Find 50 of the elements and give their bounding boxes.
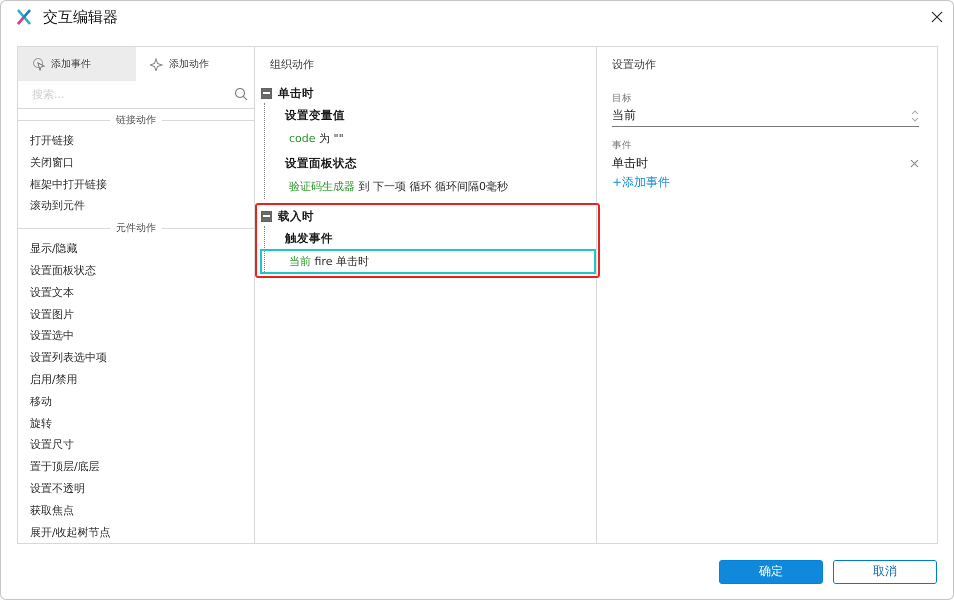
section-header: 链接动作 xyxy=(115,114,157,128)
remove-icon[interactable] xyxy=(910,158,919,168)
action-item[interactable]: 设置列表选中项 xyxy=(18,346,254,369)
event-entry: 单击时 xyxy=(612,154,649,172)
tab[interactable]: 添加事件 xyxy=(18,47,136,82)
collapse-toggle-icon[interactable] xyxy=(261,210,272,222)
cancel-button[interactable]: 取消 xyxy=(833,560,937,584)
action-item[interactable]: 移动 xyxy=(18,390,254,412)
close-icon[interactable] xyxy=(931,11,943,23)
action-item[interactable]: 打开链接 xyxy=(18,130,254,152)
action-item[interactable]: 设置尺寸 xyxy=(18,434,254,456)
action-item[interactable]: 启用/禁用 xyxy=(18,368,254,390)
event-name[interactable]: 单击时 xyxy=(278,86,314,100)
action-title[interactable]: 触发事件 xyxy=(265,226,596,249)
action-title[interactable]: 设置变量值 xyxy=(265,103,596,126)
add-event-link[interactable]: +添加事件 xyxy=(612,174,670,191)
action-detail[interactable]: code 为 "" xyxy=(260,126,596,151)
cursor-click-icon xyxy=(32,57,46,72)
action-item[interactable]: 显示/隐藏 xyxy=(18,238,254,260)
target-select[interactable]: 当前 xyxy=(612,105,919,127)
search-icon[interactable] xyxy=(234,87,248,102)
action-detail[interactable]: 当前 fire 单击时 xyxy=(260,249,596,274)
action-item[interactable]: 设置面板状态 xyxy=(18,260,254,282)
field-label: 目标 xyxy=(612,92,633,105)
sparkle-icon xyxy=(150,57,164,72)
collapse-toggle-icon[interactable] xyxy=(261,88,272,98)
tab-label: 添加事件 xyxy=(51,58,91,72)
action-item[interactable]: 旋转 xyxy=(18,412,254,434)
action-item[interactable]: 滚动到元件 xyxy=(18,195,254,217)
action-item[interactable]: 框架中打开链接 xyxy=(18,173,254,196)
action-item[interactable]: 展开/收起树节点 xyxy=(18,521,254,543)
action-item[interactable]: 设置不透明 xyxy=(18,478,254,500)
app-logo-icon xyxy=(17,9,31,25)
field-label: 事件 xyxy=(612,139,633,152)
section-header: 元件动作 xyxy=(115,222,157,236)
panel-title: 设置动作 xyxy=(612,57,657,72)
action-item[interactable]: 置于顶层/底层 xyxy=(18,456,254,478)
action-item[interactable]: 关闭窗口 xyxy=(18,151,254,174)
window-title: 交互编辑器 xyxy=(43,8,119,26)
action-item[interactable]: 设置图片 xyxy=(18,303,254,326)
panel-title: 组织动作 xyxy=(269,57,315,72)
tab-label: 添加动作 xyxy=(169,58,209,72)
action-title[interactable]: 设置面板状态 xyxy=(265,151,596,174)
action-item[interactable]: 设置选中 xyxy=(18,325,254,347)
action-item[interactable]: 获取焦点 xyxy=(18,499,254,522)
action-detail[interactable]: 验证码生成器 到 下一项 循环 循环间隔0毫秒 xyxy=(260,174,596,199)
up-down-icon xyxy=(911,108,919,122)
confirm-button[interactable]: 确定 xyxy=(719,560,823,584)
event-name[interactable]: 载入时 xyxy=(278,208,314,224)
action-item[interactable]: 设置文本 xyxy=(18,281,254,304)
